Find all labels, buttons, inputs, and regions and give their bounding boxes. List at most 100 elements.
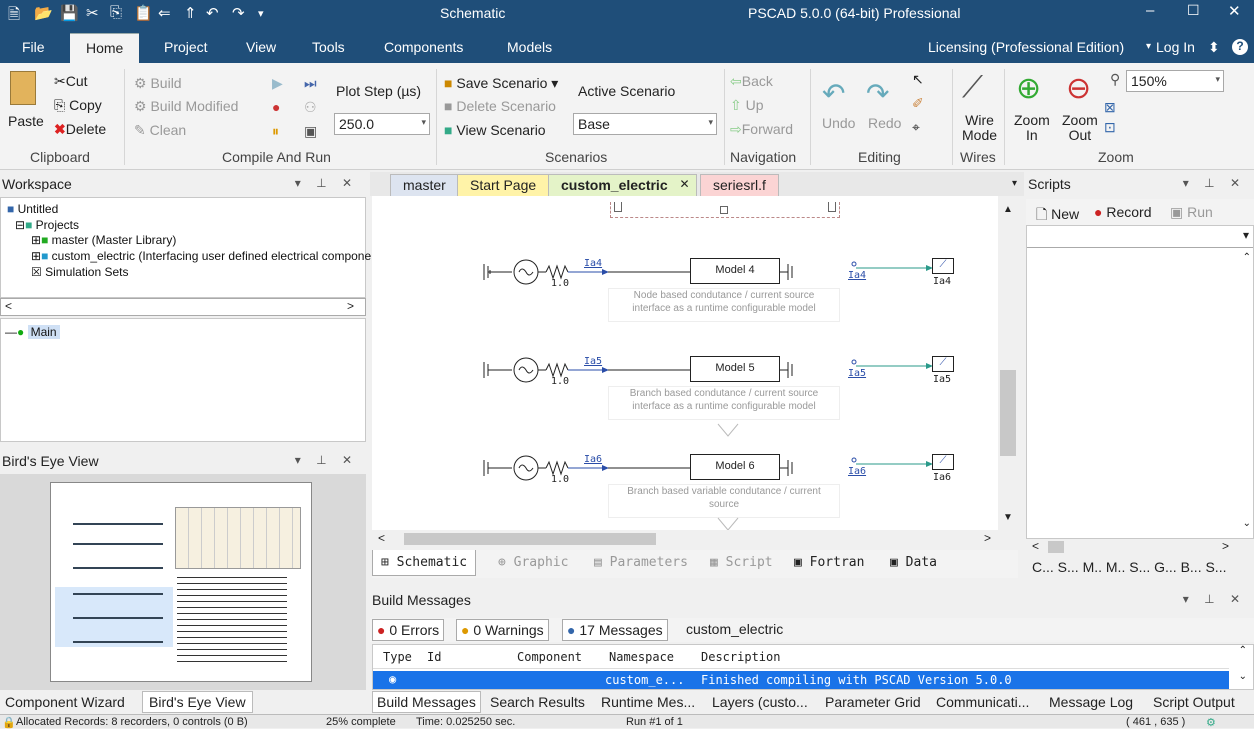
help-icon[interactable]: ? [1232, 39, 1248, 55]
camera-icon[interactable]: ▣ [304, 123, 317, 140]
doc-tab-master[interactable]: master [390, 174, 459, 196]
scroll-up-icon[interactable]: ⌃ [1239, 645, 1247, 656]
tab-file[interactable]: File [22, 39, 45, 55]
pointer-icon[interactable]: ↖ [912, 71, 924, 88]
col-description[interactable]: Description [701, 650, 780, 664]
tab-view[interactable]: View [246, 39, 276, 55]
tab-parameter-grid[interactable]: Parameter Grid [825, 694, 921, 710]
scroll-thumb[interactable] [1048, 541, 1064, 553]
tab-tools[interactable]: Tools [312, 39, 345, 55]
panel-controls[interactable]: ▾ ⊥ ✕ [1183, 176, 1246, 190]
model-4-block[interactable]: Model 4 [690, 258, 780, 284]
schematic-horizontal-scrollbar[interactable]: < > [372, 530, 1018, 548]
plot-icon[interactable]: ⟋ [932, 258, 954, 274]
tab-script-output[interactable]: Script Output [1153, 694, 1235, 710]
scroll-right-icon[interactable]: > [347, 299, 354, 313]
tab-birds-eye-view[interactable]: Bird's Eye View [142, 691, 253, 713]
minimize-button[interactable]: – [1146, 2, 1154, 19]
script-select[interactable]: ▾ [1027, 226, 1253, 248]
save-scenario-button[interactable]: ■ Save Scenario ▾ [444, 75, 558, 92]
paste-icon[interactable]: 📋 [134, 4, 153, 22]
build-button[interactable]: ⚙ Build [134, 75, 182, 92]
col-namespace[interactable]: Namespace [609, 650, 674, 664]
tab-build-messages[interactable]: Build Messages [372, 691, 481, 713]
build-modified-button[interactable]: ⚙ Build Modified [134, 98, 238, 115]
redo-button[interactable]: Redo [868, 115, 901, 131]
cut-button[interactable]: ✂Cut [54, 73, 88, 90]
col-component[interactable]: Component [517, 650, 582, 664]
clean-button[interactable]: ✎ Clean [134, 122, 186, 139]
tab-layers[interactable]: Layers (custo... [712, 694, 808, 710]
licensing-dropdown-icon[interactable]: ▾ [1146, 41, 1151, 52]
model-6-block[interactable]: Model 6 [690, 454, 780, 480]
project-filter[interactable]: custom_electric [686, 621, 783, 637]
tab-project[interactable]: Project [164, 39, 208, 55]
forward-button[interactable]: ⇨Forward [730, 121, 793, 138]
scroll-left-icon[interactable]: < [1032, 539, 1039, 553]
delete-button[interactable]: ✖Delete [54, 121, 106, 138]
messages-filter[interactable]: ● 17 Messages [562, 619, 668, 641]
save-icon[interactable]: 💾 [60, 4, 79, 22]
errors-filter[interactable]: ● 0 Errors [372, 619, 445, 641]
customize-dropdown-icon[interactable]: ▾ [258, 7, 264, 20]
scroll-right-icon[interactable]: > [1222, 539, 1229, 553]
doc-tab-custom-electric[interactable]: custom_electric ✕ [548, 174, 697, 196]
close-button[interactable]: ✕ [1228, 2, 1241, 20]
workspace-horizontal-scrollbar[interactable]: < > [0, 298, 366, 316]
schematic-canvas[interactable]: Ia4 1.0 Model 4 Node based condutance / … [372, 196, 998, 530]
col-type[interactable]: Type [383, 650, 412, 664]
col-id[interactable]: Id [427, 650, 441, 664]
run-icon[interactable]: ▶ [272, 75, 283, 92]
undo-icon[interactable]: ↶ [822, 77, 845, 110]
schematic-vertical-scrollbar[interactable]: ▲ ▼ [998, 196, 1018, 530]
plot-icon[interactable]: ⟋ [932, 356, 954, 372]
redo-icon[interactable]: ↷ [866, 77, 889, 110]
model-5-block[interactable]: Model 5 [690, 356, 780, 382]
zoom-out-button[interactable]: Zoom Out [1062, 113, 1098, 143]
open-icon[interactable]: 📂 [34, 4, 53, 22]
record-button[interactable]: ● Record [1094, 204, 1152, 220]
app-icon[interactable]: 🗎 [8, 4, 20, 29]
tab-communication[interactable]: Communicati... [936, 694, 1029, 710]
tab-models[interactable]: Models [507, 39, 552, 55]
close-tab-icon[interactable]: ✕ [680, 177, 690, 191]
snapshot-icon[interactable]: ⚇ [304, 99, 317, 116]
format-painter-icon[interactable]: ✐ [912, 95, 924, 112]
tree-item-projects[interactable]: ⊟■ Projects [15, 218, 79, 232]
table-row[interactable]: ◉ custom_e... Finished compiling with PS… [373, 671, 1229, 689]
plot-step-select[interactable]: 250.0 ▾ [334, 113, 430, 135]
scripts-tabs[interactable]: C... S... M.. M.. S... G... B... S... [1032, 559, 1226, 575]
tab-component-wizard[interactable]: Component Wizard [5, 694, 125, 710]
step-icon[interactable]: ⏭ [304, 75, 317, 92]
scroll-down-icon[interactable]: ▼ [1003, 512, 1013, 523]
tab-list-dropdown-icon[interactable]: ▾ [1012, 178, 1017, 189]
scroll-thumb[interactable] [1000, 370, 1016, 456]
tree-item-untitled[interactable]: ■ Untitled [7, 202, 58, 216]
pause-icon[interactable]: ⏸ [272, 123, 279, 140]
view-tab-schematic[interactable]: ⊞ Schematic [372, 550, 477, 576]
scroll-right-icon[interactable]: > [984, 531, 991, 545]
birds-eye-canvas[interactable] [0, 474, 366, 690]
view-tab-data[interactable]: ▣ Data [890, 555, 937, 570]
zoom-fit-icon[interactable]: ⊠ [1104, 99, 1116, 116]
undo-button[interactable]: Undo [822, 115, 855, 131]
cut-icon[interactable]: ✂ [86, 4, 99, 22]
stop-icon[interactable]: ● [272, 99, 280, 115]
wire-mode-button[interactable]: Wire Mode [962, 113, 997, 143]
tab-search-results[interactable]: Search Results [490, 694, 585, 710]
active-scenario-select[interactable]: Base ▾ [573, 113, 717, 135]
scroll-thumb[interactable] [404, 533, 656, 545]
scroll-down-icon[interactable]: ⌄ [1239, 671, 1247, 682]
tree-item-main[interactable]: —● Main [5, 325, 60, 339]
undo-icon[interactable]: ↶ [206, 4, 219, 22]
paste-icon[interactable] [10, 71, 36, 105]
view-tab-fortran[interactable]: ▣ Fortran [794, 555, 864, 570]
licensing-menu[interactable]: Licensing (Professional Edition) [928, 39, 1124, 55]
tab-home[interactable]: Home [70, 33, 140, 63]
up-arrow-icon[interactable]: ⇑ [184, 4, 197, 22]
zoom-level-select[interactable]: 150% ▾ [1126, 70, 1224, 92]
doc-tab-start-page[interactable]: Start Page [457, 174, 550, 196]
run-script-button[interactable]: ▣ Run [1170, 204, 1213, 221]
zoom-selection-icon[interactable]: ⊡ [1104, 119, 1116, 136]
zoom-in-button[interactable]: Zoom In [1014, 113, 1050, 143]
